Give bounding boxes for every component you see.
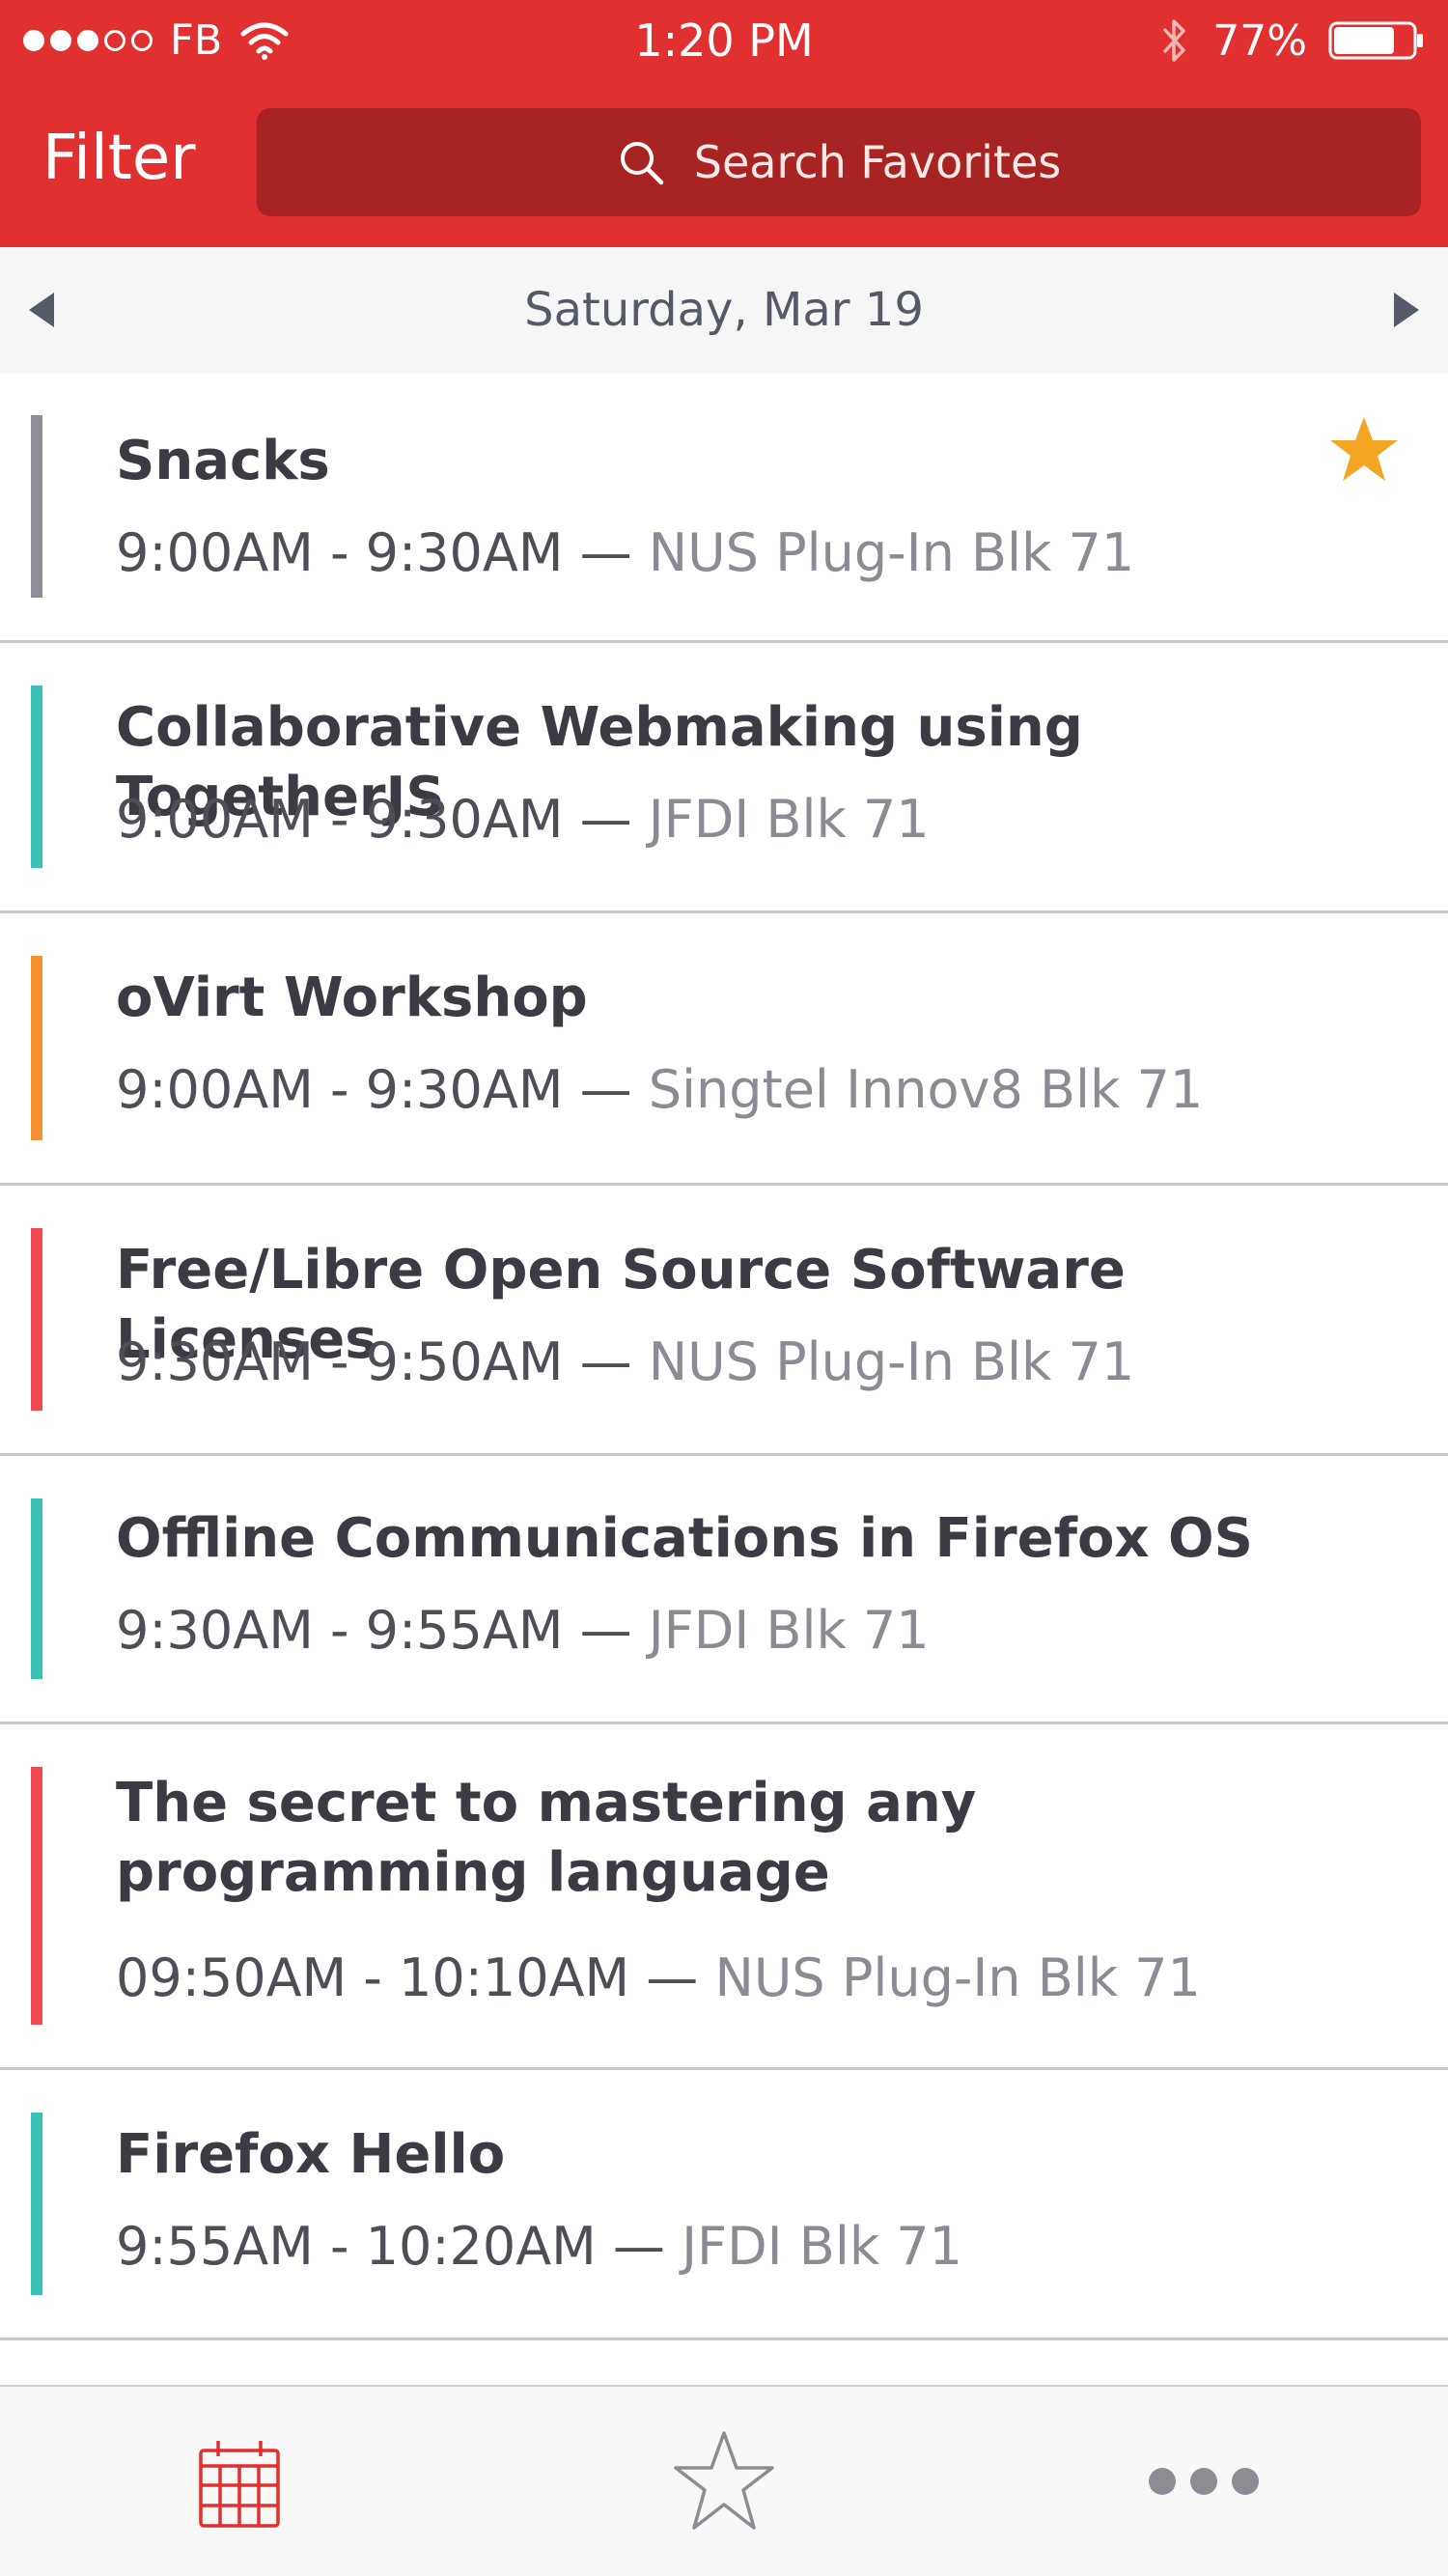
status-right: 77% — [1158, 14, 1425, 68]
session-location: NUS Plug-In Blk 71 — [648, 522, 1135, 583]
session-time: 09:50AM - 10:10AM — [116, 1947, 630, 2008]
separator: — — [563, 1059, 649, 1120]
session-time: 9:30AM - 9:55AM — [116, 1600, 564, 1661]
session-meta: 9:00AM - 9:30AM — NUS Plug-In Blk 71 — [116, 519, 1409, 587]
session-title: Offline Communications in Firefox OS — [116, 1507, 1253, 1570]
tab-bar — [0, 2385, 1448, 2576]
favorites-tab-star-icon[interactable] — [670, 2427, 778, 2535]
date-navigator: Saturday, Mar 19 — [0, 247, 1448, 373]
session-time: 9:00AM - 9:30AM — [116, 1059, 564, 1120]
search-favorites-input[interactable]: Search Favorites — [257, 108, 1421, 216]
search-icon — [620, 142, 664, 185]
battery-icon — [1328, 21, 1423, 60]
app-header: FB 1:20 PM 77% Filter Search Favorites — [0, 0, 1448, 247]
session-meta: 9:00AM - 9:30AM — JFDI Blk 71 — [116, 786, 1409, 854]
separator: — — [563, 1600, 649, 1661]
session-row[interactable]: Offline Communications in Firefox OS 9:3… — [0, 1456, 1448, 1724]
session-row[interactable]: Collaborative Webmaking using TogetherJS… — [0, 643, 1448, 913]
session-time: 9:00AM - 9:30AM — [116, 522, 564, 583]
session-meta: 9:30AM - 9:50AM — NUS Plug-In Blk 71 — [116, 1329, 1409, 1396]
next-day-arrow-icon[interactable] — [1384, 289, 1427, 331]
session-row[interactable]: Free/Libre Open Source Software Licenses… — [0, 1186, 1448, 1456]
session-meta: 9:55AM - 10:20AM — JFDI Blk 71 — [116, 2213, 1409, 2281]
separator: — — [629, 1947, 715, 2008]
session-row-partial[interactable] — [0, 2340, 1448, 2383]
filter-button[interactable]: Filter — [42, 118, 196, 199]
session-title: The secret to mastering any programming … — [116, 1772, 977, 1904]
session-row[interactable]: The secret to mastering any programming … — [0, 1724, 1448, 2070]
session-row[interactable]: Snacks 9:00AM - 9:30AM — NUS Plug-In Blk… — [0, 373, 1448, 643]
session-time: 9:30AM - 9:50AM — [116, 1331, 564, 1392]
session-list: Snacks 9:00AM - 9:30AM — NUS Plug-In Blk… — [0, 373, 1448, 2383]
session-location: JFDI Blk 71 — [648, 789, 930, 850]
track-color-bar — [31, 956, 42, 1140]
session-meta: 9:00AM - 9:30AM — Singtel Innov8 Blk 71 — [116, 1056, 1409, 1124]
session-row[interactable]: Firefox Hello 9:55AM - 10:20AM — JFDI Bl… — [0, 2070, 1448, 2340]
separator: — — [563, 522, 649, 583]
schedule-tab-calendar-icon[interactable] — [197, 2437, 282, 2530]
track-color-bar — [31, 686, 42, 868]
track-color-bar — [31, 1228, 42, 1411]
separator: — — [563, 789, 649, 850]
current-date-label: Saturday, Mar 19 — [524, 283, 924, 337]
session-meta: 09:50AM - 10:10AM — NUS Plug-In Blk 71 — [116, 1945, 1409, 2012]
track-color-bar — [31, 1767, 42, 2025]
session-location: JFDI Blk 71 — [682, 2216, 962, 2277]
more-tab-dots-icon[interactable] — [1145, 2464, 1263, 2499]
track-color-bar — [31, 415, 42, 598]
session-time: 9:00AM - 9:30AM — [116, 789, 564, 850]
track-color-bar — [31, 2113, 42, 2295]
session-title: oVirt Workshop — [116, 966, 588, 1029]
session-location: NUS Plug-In Blk 71 — [648, 1331, 1135, 1392]
session-location: Singtel Innov8 Blk 71 — [648, 1059, 1204, 1120]
session-title: Firefox Hello — [116, 2123, 506, 2186]
favorite-star-icon[interactable] — [1328, 413, 1400, 485]
separator: — — [596, 2216, 682, 2277]
separator: — — [563, 1331, 649, 1392]
session-location: JFDI Blk 71 — [648, 1600, 930, 1661]
session-row[interactable]: oVirt Workshop 9:00AM - 9:30AM — Singtel… — [0, 913, 1448, 1186]
session-location: NUS Plug-In Blk 71 — [714, 1947, 1201, 2008]
session-meta: 9:30AM - 9:55AM — JFDI Blk 71 — [116, 1597, 1409, 1665]
battery-percent: 77% — [1212, 15, 1307, 66]
session-time: 9:55AM - 10:20AM — [116, 2216, 597, 2277]
session-title: Snacks — [116, 430, 330, 492]
bluetooth-icon — [1162, 19, 1185, 62]
track-color-bar — [31, 1498, 42, 1679]
search-placeholder: Search Favorites — [693, 136, 1062, 188]
status-bar: FB 1:20 PM 77% — [0, 0, 1448, 81]
